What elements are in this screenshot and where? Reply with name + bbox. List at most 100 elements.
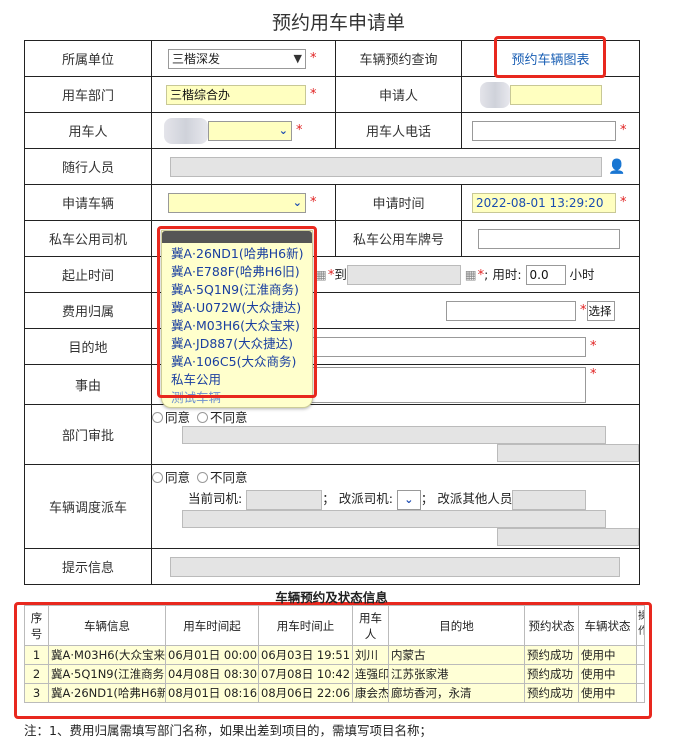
vehicle-chart-link[interactable]: 预约车辆图表 [511,53,589,68]
disagree-label: 不同意 [210,410,248,425]
hours-input[interactable]: 0.0 [525,265,566,286]
dept-approve-sign[interactable] [497,444,639,462]
status-cell: 1 [24,645,49,665]
dept-label: 用车部门 [24,76,152,113]
status-cell: 康会杰 [352,683,389,703]
status-cell: 预约成功 [524,683,579,703]
status-header-cell: 用车时间止 [258,605,353,646]
dispatch-sign[interactable] [497,527,639,546]
status-cell: 冀A·5Q1N9(江淮商务) [48,664,166,684]
footer-note: 注：1、费用归属需填写部门名称，如果出差到项目的，需填写项目名称； [24,723,432,738]
apply-time-input[interactable]: 2022-08-01 13:29:20 [472,192,616,213]
dropdown-option[interactable]: 冀A·M03H6(大众宝来) [162,317,312,335]
required-mark: * [620,123,627,138]
vehicle-select[interactable]: ⌄ [168,192,306,213]
dropdown-option[interactable]: 冀A·U072W(大众捷达) [162,299,312,317]
status-cell: 08月01日 08:16 [165,683,259,703]
status-heading: 车辆预约及状态信息 [275,590,388,605]
unit-label: 所属单位 [24,40,152,77]
private-plate-input[interactable] [478,228,620,249]
status-header-cell: 操作 [636,605,645,646]
required-mark: * [310,195,317,210]
dept-input[interactable]: 三楷综合办 [166,84,306,105]
dest-input[interactable] [304,336,586,357]
agree-radio[interactable] [152,412,163,423]
status-action-cell[interactable] [636,664,645,684]
person-icon[interactable]: 👤 [608,159,625,175]
status-table: 序号车辆信息用车时间起用车时间止用车人目的地预约状态车辆状态操作 1冀A·M03… [24,605,645,703]
reason-textarea[interactable] [304,366,586,403]
status-header-cell: 用车人 [352,605,389,646]
change-driver-select[interactable]: ⌄ [396,489,421,510]
table-row[interactable]: 1 冀A·M03H6(大众宝来) 06月01日 00:00 06月03日 19:51 刘… [24,645,645,665]
change-driver-label: 改派司机: [338,491,393,506]
private-plate-label: 私车公用车牌号 [335,220,462,257]
table-row[interactable]: 2 冀A·5Q1N9(江淮商务) 04月08日 08:30 07月08日 10:42 连… [24,664,645,684]
calendar-icon[interactable]: ▦ [315,267,327,282]
dispatch-comment[interactable] [182,509,606,528]
companions-input[interactable] [170,156,602,177]
cost-input[interactable] [446,300,576,321]
dropdown-option[interactable]: 私车公用 [162,371,312,389]
user-select[interactable]: ⌄ [208,120,292,141]
required-mark: * [310,51,317,66]
status-action-cell[interactable] [636,645,645,665]
status-cell: 预约成功 [524,645,579,665]
select-button[interactable]: 选择 [586,300,615,321]
hours-label: 用时: [492,266,522,282]
dept-approve-comment[interactable] [182,426,606,444]
calendar-icon[interactable]: ▦ [465,267,477,282]
user-label: 用车人 [24,112,152,149]
dispatch-agree-radio[interactable] [152,472,163,483]
status-cell: 江苏张家港 [388,664,525,684]
dropdown-option[interactable]: 冀A·5Q1N9(江淮商务) [162,281,312,299]
dest-label: 目的地 [24,328,152,365]
status-cell: 06月03日 19:51 [258,645,353,665]
table-row[interactable]: 3 冀A·26ND1(哈弗H6新) 08月01日 08:16 08月06日 22:06… [24,683,645,703]
chevron-down-icon: ▼ [293,52,302,65]
required-mark: * [310,87,317,102]
dropdown-option[interactable]: 测试车辆 [162,389,312,407]
status-cell: 2 [24,664,49,684]
status-cell: 预约成功 [524,664,579,684]
vehicle-dropdown-list: 冀A·26ND1(哈弗H6新) 冀A·E788F(哈弗H6旧) 冀A·5Q1N9(江… [161,230,313,408]
required-mark: * [296,123,303,138]
status-cell: 连强印 [352,664,389,684]
status-action-cell[interactable] [636,683,645,703]
vehicle-label: 申请车辆 [24,184,152,221]
status-cell: 使用中 [578,645,637,665]
user-avatar-blur [164,117,208,144]
dropdown-option[interactable]: 冀A·106C5(大众商务) [162,353,312,371]
dispatch-disagree-radio[interactable] [197,472,208,483]
status-cell: 使用中 [578,683,637,703]
applicant-input[interactable] [510,84,602,105]
applicant-label: 申请人 [335,76,462,113]
reason-label: 事由 [24,364,152,405]
status-header-cell: 序号 [24,605,49,646]
user-phone-input[interactable] [472,120,616,141]
status-cell: 06月01日 00:00 [165,645,259,665]
change-others-input[interactable] [512,489,587,510]
dropdown-option[interactable]: 冀A·JD887(大众捷达) [162,335,312,353]
applicant-avatar-blur [480,81,510,108]
application-form: 所属单位 三楷深发 ▼ * 车辆预约查询 预约车辆图表 用车部门 三楷综合办 * … [24,40,640,585]
status-cell: 冀A·M03H6(大众宝来) [48,645,166,665]
status-cell: 冀A·26ND1(哈弗H6新) [48,683,166,703]
status-cell: 刘川 [352,645,389,665]
status-cell: 3 [24,683,49,703]
required-mark: * [620,195,627,210]
dropdown-option[interactable]: 冀A·E788F(哈弗H6旧) [162,263,312,281]
status-header-cell: 用车时间起 [165,605,259,646]
companions-label: 随行人员 [24,148,152,185]
page-title: 预约用车申请单 [271,12,405,34]
agree-label: 同意 [165,410,191,425]
tip-input [170,556,620,577]
status-header-cell: 目的地 [388,605,525,646]
disagree-radio[interactable] [197,412,208,423]
unit-select[interactable]: 三楷深发 ▼ [168,48,306,69]
required-mark: * [590,366,597,382]
period-label: 起止时间 [24,256,152,293]
end-time-input[interactable] [346,265,461,286]
dropdown-option[interactable]: 冀A·26ND1(哈弗H6新) [162,245,312,263]
chevron-down-icon: ⌄ [278,124,288,137]
